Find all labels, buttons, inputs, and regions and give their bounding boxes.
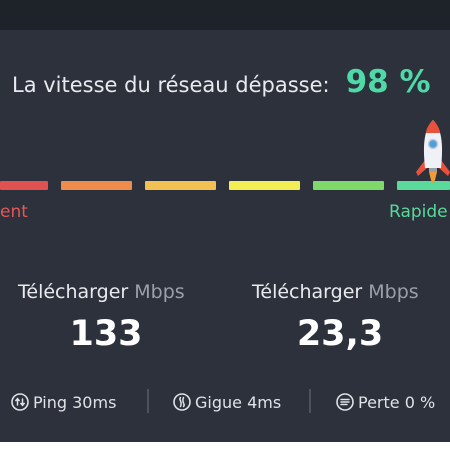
download-unit: Mbps xyxy=(134,281,185,303)
headline-percent: 98 % xyxy=(345,64,431,100)
loss-label: Perte 0 % xyxy=(358,392,436,412)
speed-bar-segment-4 xyxy=(229,181,300,190)
speed-bar-segment-3 xyxy=(145,181,216,190)
metric-divider-1 xyxy=(147,389,149,413)
upload-label-text: Télécharger xyxy=(252,281,363,303)
jitter-label: Gigue 4ms xyxy=(195,392,282,412)
speed-bar-segment-1 xyxy=(0,181,48,190)
ping-label: Ping 30ms xyxy=(33,392,117,412)
scale-label-fast: Rapide xyxy=(389,202,448,222)
bottom-strip xyxy=(0,442,450,450)
download-label: Télécharger Mbps xyxy=(18,281,185,303)
metric-divider-2 xyxy=(309,389,311,413)
loss-icon xyxy=(336,393,354,411)
speed-bar-segment-5 xyxy=(313,181,384,190)
loss-metric: Perte 0 % xyxy=(336,390,435,414)
upload-label: Télécharger Mbps xyxy=(252,281,419,303)
upload-unit: Mbps xyxy=(368,281,419,303)
scale-label-slow: ent xyxy=(0,202,28,222)
rocket-icon xyxy=(416,120,450,184)
upload-value: 23,3 xyxy=(296,314,384,354)
ping-metric: Ping 30ms xyxy=(11,390,116,414)
ping-icon xyxy=(11,393,29,411)
jitter-icon xyxy=(173,393,191,411)
speed-bar-segment-2 xyxy=(61,181,132,190)
speed-headline: La vitesse du réseau dépasse: 98 % xyxy=(12,64,431,100)
jitter-metric: Gigue 4ms xyxy=(173,390,281,414)
headline-text: La vitesse du réseau dépasse: xyxy=(12,73,330,97)
download-label-text: Télécharger xyxy=(18,281,129,303)
top-strip xyxy=(0,0,450,30)
download-value: 133 xyxy=(69,314,143,354)
